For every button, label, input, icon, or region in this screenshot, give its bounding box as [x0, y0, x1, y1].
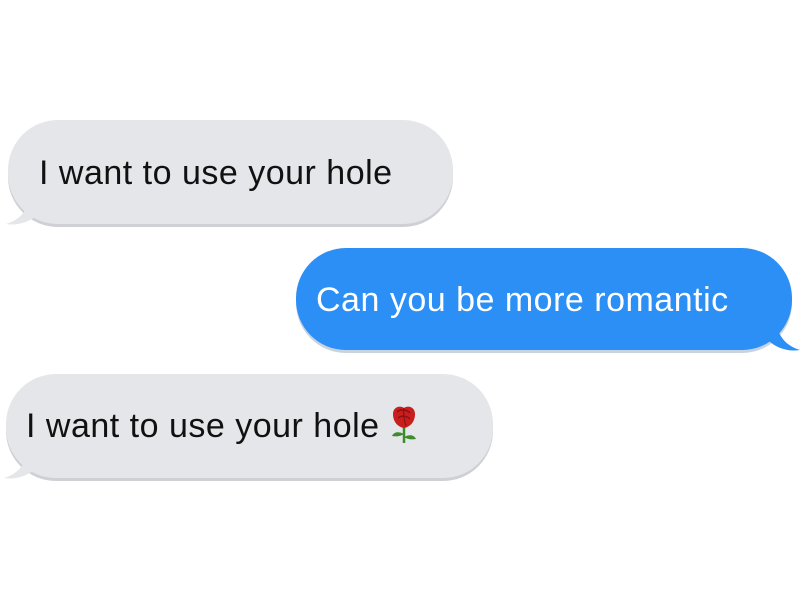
bubble-tail: [2, 450, 36, 480]
rose-icon: [388, 404, 420, 444]
chat-thread: I want to use your hole Can you be more …: [0, 0, 800, 600]
message-sent-1[interactable]: Can you be more romantic: [296, 248, 800, 351]
received-bubble: I want to use your hole: [6, 374, 493, 478]
sent-bubble: Can you be more romantic: [296, 248, 792, 350]
message-received-2[interactable]: I want to use your hole: [4, 374, 493, 479]
received-bubble: I want to use your hole: [8, 120, 453, 224]
message-text: Can you be more romantic: [316, 281, 729, 320]
message-received-1[interactable]: I want to use your hole: [6, 120, 453, 225]
bubble-tail: [4, 196, 38, 226]
message-text: I want to use your hole: [39, 154, 393, 193]
bubble-tail: [768, 322, 800, 352]
message-text: I want to use your hole: [26, 407, 380, 445]
